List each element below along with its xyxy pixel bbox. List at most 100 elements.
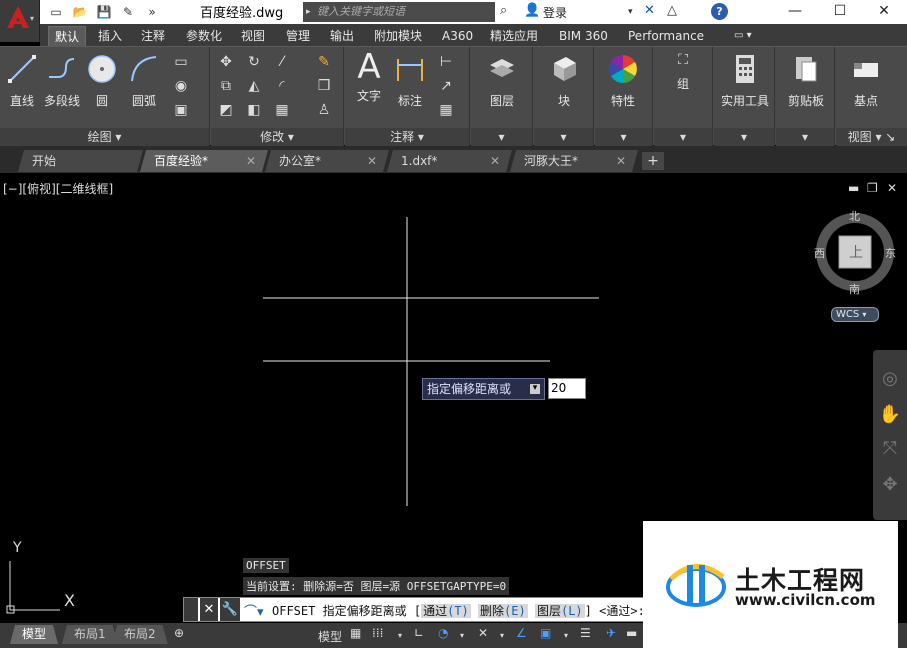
trim-icon[interactable]: ⁄ — [273, 53, 291, 71]
clipboard-button[interactable]: 剪贴板 — [782, 53, 830, 109]
more-commands-icon[interactable]: » — [142, 3, 162, 21]
linear-dim-icon[interactable]: ⊢ — [437, 53, 455, 71]
autodesk-a360-icon[interactable]: △ — [667, 3, 677, 18]
file-tab-start[interactable]: 开始 — [18, 150, 143, 172]
close-tab-icon[interactable]: ✕ — [367, 150, 377, 172]
tab-addins[interactable]: 附加模块 — [368, 26, 428, 46]
chevron-down-icon[interactable]: ▾ — [460, 631, 464, 640]
view-panel-title[interactable]: 视图 ▾ ↘ — [836, 128, 907, 146]
hatch-icon[interactable]: ◉ — [172, 77, 190, 95]
polar-tracking-icon[interactable]: ◔ — [438, 626, 448, 640]
object-snap-icon[interactable]: ▣ — [540, 626, 551, 640]
compass-south[interactable]: 南 — [849, 281, 860, 297]
array-icon[interactable]: ▦ — [273, 101, 291, 119]
tab-parametric[interactable]: 参数化 — [180, 26, 228, 46]
polyline-button[interactable]: 多段线 — [42, 53, 82, 109]
snap-icon[interactable]: ⁞⁞⁞ — [372, 626, 383, 640]
tab-annotate[interactable]: 注释 — [135, 26, 171, 46]
new-file-icon[interactable]: ▭ — [46, 3, 66, 21]
line-button[interactable]: 直线 — [4, 53, 40, 109]
scale-icon[interactable]: ◧ — [245, 101, 263, 119]
search-input[interactable]: ▸ 键入关键字或短语 — [303, 2, 495, 22]
utilities-panel-expand[interactable]: ▾ — [714, 128, 774, 146]
rectangle-icon[interactable]: ▭ — [172, 53, 190, 71]
wrench-icon[interactable]: 🔧 — [220, 598, 240, 621]
file-tab-hetun[interactable]: 河豚大王* ✕ — [510, 150, 638, 172]
close-icon[interactable]: ✕ — [200, 598, 218, 621]
erase-icon[interactable]: ✎ — [315, 53, 333, 71]
close-tab-icon[interactable]: ✕ — [616, 150, 626, 172]
file-tab-office[interactable]: 办公室* ✕ — [265, 150, 389, 172]
tab-featured-apps[interactable]: 精选应用 — [484, 26, 544, 46]
chevron-down-icon[interactable]: ▾ — [398, 631, 402, 640]
lineweight-icon[interactable]: ☰ — [580, 626, 591, 640]
close-tab-icon[interactable]: ✕ — [490, 150, 500, 172]
block-panel-expand[interactable]: ▾ — [534, 128, 593, 146]
option-erase[interactable]: 删除(E) — [478, 604, 528, 618]
tab-manage[interactable]: 管理 — [280, 26, 316, 46]
save-icon[interactable]: 💾 — [94, 3, 114, 21]
chevron-down-icon[interactable]: ▾ — [500, 631, 504, 640]
mirror-icon[interactable]: ◭ — [245, 77, 263, 95]
command-recent-icon[interactable]: ⌒▾ — [244, 601, 264, 620]
text-button[interactable]: A 文字 — [351, 50, 387, 104]
zoom-extents-icon[interactable]: ⤧ — [877, 436, 903, 462]
basepoint-button[interactable]: 基点 — [844, 53, 888, 109]
rotate-icon[interactable]: ↻ — [245, 53, 263, 71]
orbit-icon[interactable]: ✥ — [877, 472, 903, 498]
drag-handle[interactable] — [184, 598, 198, 621]
close-tab-icon[interactable]: ✕ — [246, 150, 256, 172]
file-tab-baidu[interactable]: 百度经验* ✕ — [140, 150, 268, 172]
modify-panel-title[interactable]: 修改 ▾ — [211, 128, 343, 146]
table-icon[interactable]: ▦ — [437, 101, 455, 119]
binoculars-icon[interactable]: ⌕ — [500, 3, 507, 18]
help-icon[interactable]: ? — [711, 3, 728, 20]
circle-button[interactable]: 圆 — [86, 53, 118, 109]
tab-a360[interactable]: A360 — [436, 26, 479, 46]
copy-icon[interactable]: ⧉ — [217, 77, 235, 95]
isodraft-icon[interactable]: ✕ — [478, 626, 488, 640]
layers-button[interactable]: 图层 — [481, 53, 523, 109]
pan-hand-icon[interactable]: ✋ — [877, 402, 903, 428]
tab-home[interactable]: 默认 — [48, 26, 87, 46]
model-space-toggle[interactable]: 模型 — [318, 628, 342, 645]
properties-panel-expand[interactable]: ▾ — [595, 128, 652, 146]
explode-icon[interactable]: ❒ — [315, 77, 333, 95]
workspace-icon[interactable]: ▬ — [626, 626, 637, 640]
steering-wheel-icon[interactable]: ◎ — [877, 366, 903, 392]
minimize-button[interactable]: — — [772, 0, 818, 24]
chevron-down-icon[interactable]: ▾ — [628, 7, 633, 17]
group-button[interactable]: 组 — [672, 71, 694, 92]
add-layout-icon[interactable]: ⊕ — [174, 626, 184, 640]
login-button[interactable]: 登录 — [543, 4, 567, 21]
user-icon[interactable]: 👤 — [524, 3, 540, 18]
block-button[interactable]: 块 — [544, 53, 584, 109]
exchange-apps-icon[interactable]: ✕ — [644, 3, 655, 18]
ribbon-minimize-icon[interactable]: ▭ ▾ — [728, 26, 758, 46]
annotation-panel-title[interactable]: 注释 ▾ — [345, 128, 469, 146]
wcs-menu[interactable]: WCS ▾ — [831, 307, 879, 322]
tab-output[interactable]: 输出 — [324, 26, 360, 46]
compass-east[interactable]: 东 — [885, 245, 896, 261]
object-snap-tracking-icon[interactable]: ∠ — [516, 626, 527, 640]
leader-icon[interactable]: ↗ — [437, 77, 455, 95]
clipboard-panel-expand[interactable]: ▾ — [776, 128, 834, 146]
option-layer[interactable]: 图层(L) — [534, 604, 585, 618]
fillet-icon[interactable]: ◜ — [273, 77, 291, 95]
chevron-down-icon[interactable]: ▾ — [564, 631, 568, 640]
offset-distance-input[interactable]: 20 — [548, 378, 586, 399]
close-button[interactable]: ✕ — [861, 0, 907, 24]
tab-performance[interactable]: Performance — [622, 26, 710, 46]
offset-icon[interactable]: ♙ — [315, 101, 333, 119]
dimension-button[interactable]: 标注 — [393, 53, 427, 109]
group-panel-expand[interactable]: ▾ — [654, 128, 712, 146]
tab-bim360[interactable]: BIM 360 — [553, 26, 614, 46]
compass-north[interactable]: 北 — [849, 208, 860, 224]
move-icon[interactable]: ✥ — [217, 53, 235, 71]
properties-button[interactable]: 特性 — [603, 53, 643, 109]
layout-tab-1[interactable]: 布局1 — [62, 625, 118, 644]
region-icon[interactable]: ▣ — [172, 101, 190, 119]
tab-view[interactable]: 视图 — [235, 26, 271, 46]
command-line[interactable]: ✕ 🔧 ⌒▾ OFFSET 指定偏移距离或 [通过(T) 删除(E) 图层(L)… — [183, 597, 653, 622]
new-tab-button[interactable]: + — [642, 152, 664, 170]
